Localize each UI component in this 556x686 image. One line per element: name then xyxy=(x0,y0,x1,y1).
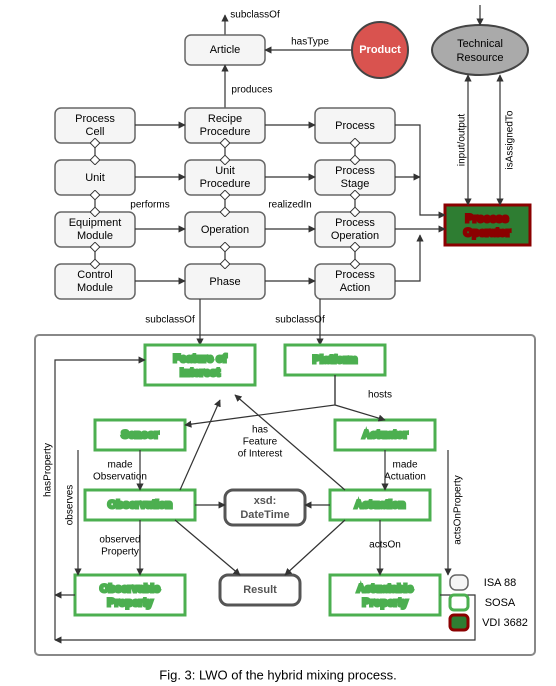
label-observation: Observation xyxy=(108,499,172,511)
label-actuator: Actuator xyxy=(362,429,408,441)
label-madeAct-0: made xyxy=(392,460,417,471)
label-control-module-1: Module xyxy=(77,282,113,294)
label-observes: observes xyxy=(65,485,76,526)
label-unit: Unit xyxy=(85,172,105,184)
label-actuation: Actuation xyxy=(355,499,406,511)
legend-sosa: SOSA xyxy=(485,597,516,609)
label-madeAct-1: Actuation xyxy=(384,472,426,483)
label-process-action-1: Action xyxy=(340,282,371,294)
label-unit-procedure-1: Procedure xyxy=(200,178,251,190)
label-phase: Phase xyxy=(209,276,240,288)
label-foi-1: Interest xyxy=(180,367,220,379)
node-technical-resource xyxy=(432,25,528,75)
label-subclassOf-top: subclassOf xyxy=(230,10,280,21)
label-result: Result xyxy=(243,584,277,596)
legend-vdi: VDI 3682 xyxy=(482,617,528,629)
label-recipe-procedure-1: Procedure xyxy=(200,126,251,138)
label-xsd-1: DateTime xyxy=(240,509,289,521)
label-madeObs-1: Observation xyxy=(93,472,147,483)
label-hasfoi-1: Feature xyxy=(243,437,278,448)
label-actsOn: actsOn xyxy=(369,540,401,551)
node-process-operator xyxy=(445,205,530,245)
label-realizedIn: realizedIn xyxy=(268,200,311,211)
label-equipment-module-1: Module xyxy=(77,230,113,242)
label-hasfoi-0: has xyxy=(252,425,268,436)
label-actP-1: Property xyxy=(362,597,408,609)
label-hasType: hasType xyxy=(291,37,329,48)
label-process-cell-0: Process xyxy=(75,113,115,125)
label-actsOnProperty: actsOnProperty xyxy=(453,475,464,544)
label-hasProperty: hasProperty xyxy=(43,443,54,497)
label-hosts: hosts xyxy=(368,390,392,401)
label-platform: Platform xyxy=(313,354,358,366)
label-unit-procedure-0: Unit xyxy=(215,165,235,177)
label-process: Process xyxy=(335,120,375,132)
label-recipe-procedure-0: Recipe xyxy=(208,113,242,125)
label-subclassOf-1: subclassOf xyxy=(145,315,195,326)
label-input-output: input/output xyxy=(457,114,468,166)
label-obsP-1: Property xyxy=(107,597,153,609)
label-process-operation-1: Operation xyxy=(331,230,379,242)
figure-caption: Fig. 3: LWO of the hybrid mixing process… xyxy=(159,667,396,682)
label-subclassOf-2: subclassOf xyxy=(275,315,325,326)
label-obsP-0: Observable xyxy=(100,583,160,595)
label-process-stage-1: Stage xyxy=(341,178,370,190)
label-foi-0: Feature of xyxy=(173,353,227,365)
node-actuatable-property xyxy=(330,575,440,615)
label-control-module-0: Control xyxy=(77,269,112,281)
label-technical-1: Resource xyxy=(456,52,503,64)
label-xsd-0: xsd: xyxy=(254,495,277,507)
label-technical-0: Technical xyxy=(457,38,503,50)
label-product: Product xyxy=(359,44,401,56)
label-process-operation-0: Process xyxy=(335,217,375,229)
label-equipment-module-0: Equipment xyxy=(69,217,122,229)
legend-isa88-swatch xyxy=(450,575,468,590)
legend-vdi-swatch xyxy=(450,615,468,630)
label-process-stage-0: Process xyxy=(335,165,375,177)
label-obsProp-1: Property xyxy=(101,547,139,558)
label-article: Article xyxy=(210,44,241,56)
label-process-operator-0: Process xyxy=(466,213,509,225)
node-feature-of-interest xyxy=(145,345,255,385)
label-isAssignedTo: isAssignedTo xyxy=(505,110,516,169)
label-operation: Operation xyxy=(201,224,249,236)
label-performs: performs xyxy=(130,200,169,211)
node-observable-property xyxy=(75,575,185,615)
label-sensor: Sensor xyxy=(121,429,159,441)
label-madeObs-0: made xyxy=(107,460,132,471)
legend-isa88: ISA 88 xyxy=(484,577,516,589)
label-process-action-0: Process xyxy=(335,269,375,281)
label-process-operator-1: Operator xyxy=(464,227,511,239)
legend-sosa-swatch xyxy=(450,595,468,610)
label-obsProp-0: observed xyxy=(99,535,140,546)
label-process-cell-1: Cell xyxy=(86,126,105,138)
label-produces: produces xyxy=(231,85,272,96)
label-actP-0: Actuatable xyxy=(357,583,413,595)
label-hasfoi-2: of Interest xyxy=(238,449,283,460)
